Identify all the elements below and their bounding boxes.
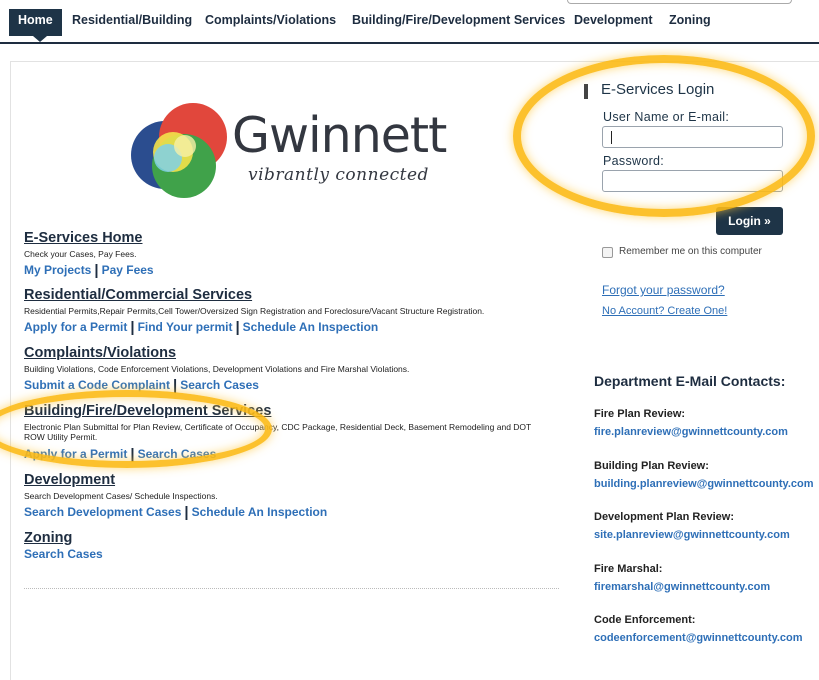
password-input[interactable] bbox=[602, 170, 783, 192]
section-divider bbox=[24, 588, 559, 589]
section-links: Search Cases bbox=[24, 547, 103, 561]
nav-building-fire-development[interactable]: Building/Fire/Development Services bbox=[352, 13, 565, 27]
contact-role: Fire Marshal: bbox=[594, 563, 663, 575]
contact-email-link[interactable]: codeenforcement@gwinnettcounty.com bbox=[594, 632, 803, 644]
active-tab-caret bbox=[33, 36, 47, 42]
logo-mark-icon bbox=[131, 103, 227, 198]
username-label: User Name or E-mail: bbox=[603, 110, 730, 124]
contact-role: Building Plan Review: bbox=[594, 460, 709, 472]
contact-email-link[interactable]: site.planreview@gwinnettcounty.com bbox=[594, 529, 790, 541]
create-account-link[interactable]: No Account? Create One! bbox=[602, 305, 727, 317]
schedule-inspection-link[interactable]: Schedule An Inspection bbox=[192, 505, 328, 519]
contact-email-link[interactable]: fire.planreview@gwinnettcounty.com bbox=[594, 426, 788, 438]
nav-zoning[interactable]: Zoning bbox=[669, 13, 711, 27]
section-title-building-fire-development[interactable]: Building/Fire/Development Services bbox=[24, 403, 271, 419]
section-desc: Building Violations, Code Enforcement Vi… bbox=[24, 364, 410, 374]
search-cases-link[interactable]: Search Cases bbox=[24, 547, 103, 561]
section-links: Apply for a Permit | Find Your permit | Sche… bbox=[24, 319, 379, 336]
section-links: My Projects | Pay Fees bbox=[24, 262, 154, 279]
section-links: Submit a Code Complaint | Search Cases bbox=[24, 377, 259, 394]
username-input[interactable] bbox=[602, 126, 783, 148]
section-desc: Check your Cases, Pay Fees. bbox=[24, 249, 137, 259]
top-navigation: Home Residential/Building Complaints/Vio… bbox=[0, 0, 819, 44]
remember-me-label: Remember me on this computer bbox=[619, 246, 762, 257]
section-title-development[interactable]: Development bbox=[24, 472, 115, 488]
apply-permit-link[interactable]: Apply for a Permit bbox=[24, 447, 127, 461]
section-links: Search Development Cases | Schedule An Ins… bbox=[24, 504, 328, 521]
login-button[interactable]: Login » bbox=[716, 207, 783, 235]
nav-complaints-violations[interactable]: Complaints/Violations bbox=[205, 13, 336, 27]
search-cases-link[interactable]: Search Cases bbox=[138, 447, 217, 461]
search-cases-link[interactable]: Search Cases bbox=[180, 378, 259, 392]
contact-email-link[interactable]: building.planreview@gwinnettcounty.com bbox=[594, 478, 814, 490]
find-permit-link[interactable]: Find Your permit bbox=[138, 320, 233, 334]
section-title-eservices-home[interactable]: E-Services Home bbox=[24, 230, 142, 246]
section-title-complaints-violations[interactable]: Complaints/Violations bbox=[24, 345, 176, 361]
contacts-title: Department E-Mail Contacts: bbox=[594, 373, 786, 389]
section-desc: Residential Permits,Repair Permits,Cell … bbox=[24, 306, 485, 316]
section-desc: Electronic Plan Submittal for Plan Revie… bbox=[24, 422, 532, 442]
section-desc: Search Development Cases/ Schedule Inspe… bbox=[24, 491, 218, 501]
contact-email-link[interactable]: firemarshal@gwinnettcounty.com bbox=[594, 581, 770, 593]
password-label: Password: bbox=[603, 154, 665, 168]
submit-complaint-link[interactable]: Submit a Code Complaint bbox=[24, 378, 170, 392]
contact-role: Fire Plan Review: bbox=[594, 408, 686, 420]
contact-role: Development Plan Review: bbox=[594, 511, 734, 523]
text-cursor bbox=[611, 131, 612, 144]
schedule-inspection-link[interactable]: Schedule An Inspection bbox=[243, 320, 379, 334]
nav-residential-building[interactable]: Residential/Building bbox=[72, 13, 192, 27]
search-development-cases-link[interactable]: Search Development Cases bbox=[24, 505, 181, 519]
section-title-zoning[interactable]: Zoning bbox=[24, 530, 72, 546]
forgot-password-link[interactable]: Forgot your password? bbox=[602, 283, 725, 297]
my-projects-link[interactable]: My Projects bbox=[24, 263, 91, 277]
login-title-marker bbox=[584, 84, 588, 99]
login-title: E-Services Login bbox=[601, 81, 715, 98]
contact-role: Code Enforcement: bbox=[594, 614, 696, 626]
remember-me-checkbox[interactable] bbox=[602, 247, 613, 258]
section-title-residential-commercial[interactable]: Residential/Commercial Services bbox=[24, 287, 252, 303]
apply-permit-link[interactable]: Apply for a Permit bbox=[24, 320, 127, 334]
pay-fees-link[interactable]: Pay Fees bbox=[102, 263, 154, 277]
top-search-input[interactable] bbox=[567, 0, 792, 4]
logo-tagline: vibrantly connected bbox=[248, 165, 429, 185]
section-links: Apply for a Permit | Search Cases bbox=[24, 446, 217, 463]
nav-home[interactable]: Home bbox=[9, 9, 62, 36]
nav-development[interactable]: Development bbox=[574, 13, 653, 27]
gwinnett-logo: Gwinnett vibrantly connected bbox=[130, 97, 460, 207]
logo-wordmark: Gwinnett bbox=[232, 107, 447, 164]
